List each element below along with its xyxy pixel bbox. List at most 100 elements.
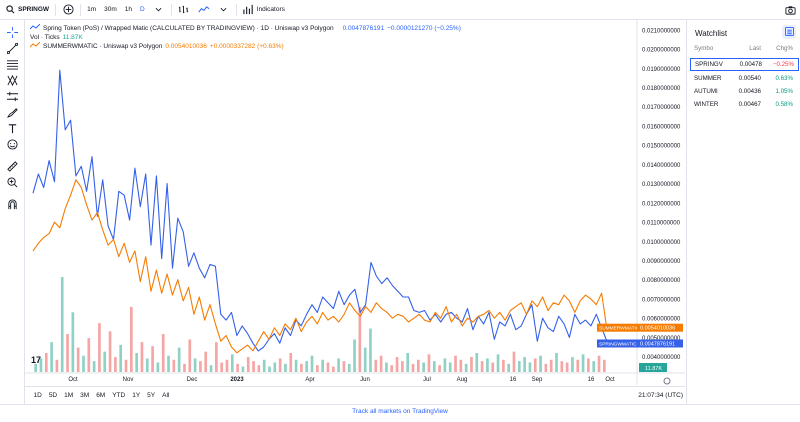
snapshot-button[interactable] xyxy=(784,4,796,17)
compare-series-title: SUMMERWMATIC · Uniswap v3 Polygon xyxy=(43,43,163,50)
volume-bar xyxy=(416,359,420,372)
interval-30m[interactable]: 30m xyxy=(100,0,121,20)
volume-bar xyxy=(459,359,463,372)
pattern-tool[interactable] xyxy=(5,74,19,88)
volume-bar xyxy=(108,331,112,372)
fib-tool[interactable] xyxy=(5,58,19,72)
volume-bar xyxy=(257,365,261,372)
utc-clock[interactable]: 21:07:34 (UTC) xyxy=(638,392,683,399)
bars-icon xyxy=(178,4,190,16)
compare-button[interactable] xyxy=(58,0,78,20)
chart-type-dropdown[interactable] xyxy=(214,0,234,20)
chevron-down-icon xyxy=(153,4,165,16)
x-tick-label: Dec xyxy=(187,377,198,383)
indicators-button[interactable]: Indicators xyxy=(239,0,289,20)
volume-bar xyxy=(135,353,138,372)
volume-bar xyxy=(401,361,404,372)
compare-series-legend[interactable]: SUMMERWMATIC · Uniswap v3 Polygon 0.0054… xyxy=(29,41,461,51)
row-change: 1.05% xyxy=(775,88,793,95)
volume-bar xyxy=(60,277,64,372)
brush-tool[interactable] xyxy=(5,106,19,120)
range-5d[interactable]: 5D xyxy=(45,392,60,399)
y-tick-label: 0.0080000000 xyxy=(642,278,681,284)
trendline-tool[interactable] xyxy=(5,42,19,56)
emoji-tool[interactable] xyxy=(5,138,19,152)
volume-bar xyxy=(76,347,80,372)
volume-bar xyxy=(294,359,298,372)
y-tick-label: 0.0110000000 xyxy=(642,221,681,227)
volume-legend[interactable]: Vol · Ticks 11.87K xyxy=(30,33,461,42)
text-tool[interactable] xyxy=(5,122,19,136)
last-value-label: 0.0054010036 xyxy=(640,326,675,332)
x-tick-label: 16 xyxy=(510,377,517,383)
symbol-search[interactable]: SPRINGW xyxy=(0,0,53,20)
volume-bar xyxy=(353,339,356,372)
tradingview-link[interactable]: Track all markets on TradingView xyxy=(352,408,448,415)
x-tick-label: 16 xyxy=(588,377,595,383)
magnet-tool[interactable] xyxy=(5,198,19,212)
interval-d[interactable]: D xyxy=(136,0,149,20)
y-tick-label: 0.0170000000 xyxy=(642,105,681,111)
chart-pane[interactable]: 0.0210000000 0.0200000000 0.0190000000 0.01… xyxy=(25,20,685,385)
indicators-icon xyxy=(243,4,255,16)
volume-bar xyxy=(369,328,372,372)
last-value-name: SUMMERWMATIC xyxy=(599,326,640,332)
volume-bar xyxy=(66,334,69,372)
y-tick-label: 0.0190000000 xyxy=(642,67,681,73)
measure-tool[interactable] xyxy=(5,160,19,174)
volume-bar xyxy=(427,354,431,372)
volume-bar xyxy=(252,361,255,372)
volume-bar xyxy=(422,362,425,372)
crosshair-icon xyxy=(6,26,18,40)
bars-style-button[interactable] xyxy=(174,0,194,20)
volume-bar xyxy=(183,363,186,372)
symbol-name: SPRINGW xyxy=(18,6,50,13)
volume-bar xyxy=(316,365,319,372)
watchlist-row[interactable]: SUMMER 0.00540 0.63% xyxy=(690,72,799,85)
watchlist-menu-button[interactable] xyxy=(782,25,796,39)
volume-bar xyxy=(549,359,553,372)
main-series-legend[interactable]: Spring Token (PoS) / Wrapped Matic (CALC… xyxy=(29,23,461,33)
volume-bar xyxy=(587,358,590,372)
prediction-tool[interactable] xyxy=(5,90,19,104)
range-1m[interactable]: 1M xyxy=(61,392,77,399)
watchlist-row[interactable]: WINTER 0.00467 0.58% xyxy=(690,98,799,111)
volume-bar xyxy=(464,363,468,372)
main-series-line xyxy=(32,69,608,352)
interval-1h[interactable]: 1h xyxy=(121,0,136,20)
header-symbol: Symbo xyxy=(694,45,714,52)
divider xyxy=(80,3,82,16)
volume-bar xyxy=(331,366,335,372)
range-ytd[interactable]: YTD xyxy=(109,392,129,399)
volume-bar xyxy=(571,357,574,372)
range-1d[interactable]: 1D xyxy=(30,392,45,399)
volume-bar xyxy=(103,351,107,372)
volume-bar xyxy=(533,358,537,372)
volume-bar xyxy=(581,354,585,372)
row-last: 0.00540 xyxy=(738,75,761,82)
volume-bar xyxy=(475,353,479,372)
row-last: 0.00436 xyxy=(738,88,761,95)
interval-dropdown[interactable] xyxy=(149,0,169,20)
range-all[interactable]: All xyxy=(159,392,173,399)
watchlist-row[interactable]: AUTUMI 0.00436 1.05% xyxy=(690,85,799,98)
range-6m[interactable]: 6M xyxy=(93,392,109,399)
y-tick-label: 0.0200000000 xyxy=(642,48,681,54)
watchlist-row[interactable]: SPRINGV 0.00478 −0.25% xyxy=(690,58,799,71)
volume-bar xyxy=(411,363,415,372)
plus-circle-icon xyxy=(62,4,74,16)
volume-bar xyxy=(438,365,441,372)
zoom-tool[interactable] xyxy=(5,176,19,190)
y-tick-label: 0.0060000000 xyxy=(642,317,681,323)
volume-bar xyxy=(512,351,516,372)
volume-bar xyxy=(347,363,351,372)
y-tick-label: 0.0210000000 xyxy=(642,28,681,34)
range-3m[interactable]: 3M xyxy=(77,392,93,399)
range-1y[interactable]: 1Y xyxy=(129,392,144,399)
crosshair-tool[interactable] xyxy=(5,26,19,40)
range-5y[interactable]: 5Y xyxy=(144,392,159,399)
brush-icon xyxy=(6,107,18,120)
line-style-button[interactable] xyxy=(194,0,214,20)
volume-bar xyxy=(114,357,117,372)
interval-1m[interactable]: 1m xyxy=(83,0,100,20)
